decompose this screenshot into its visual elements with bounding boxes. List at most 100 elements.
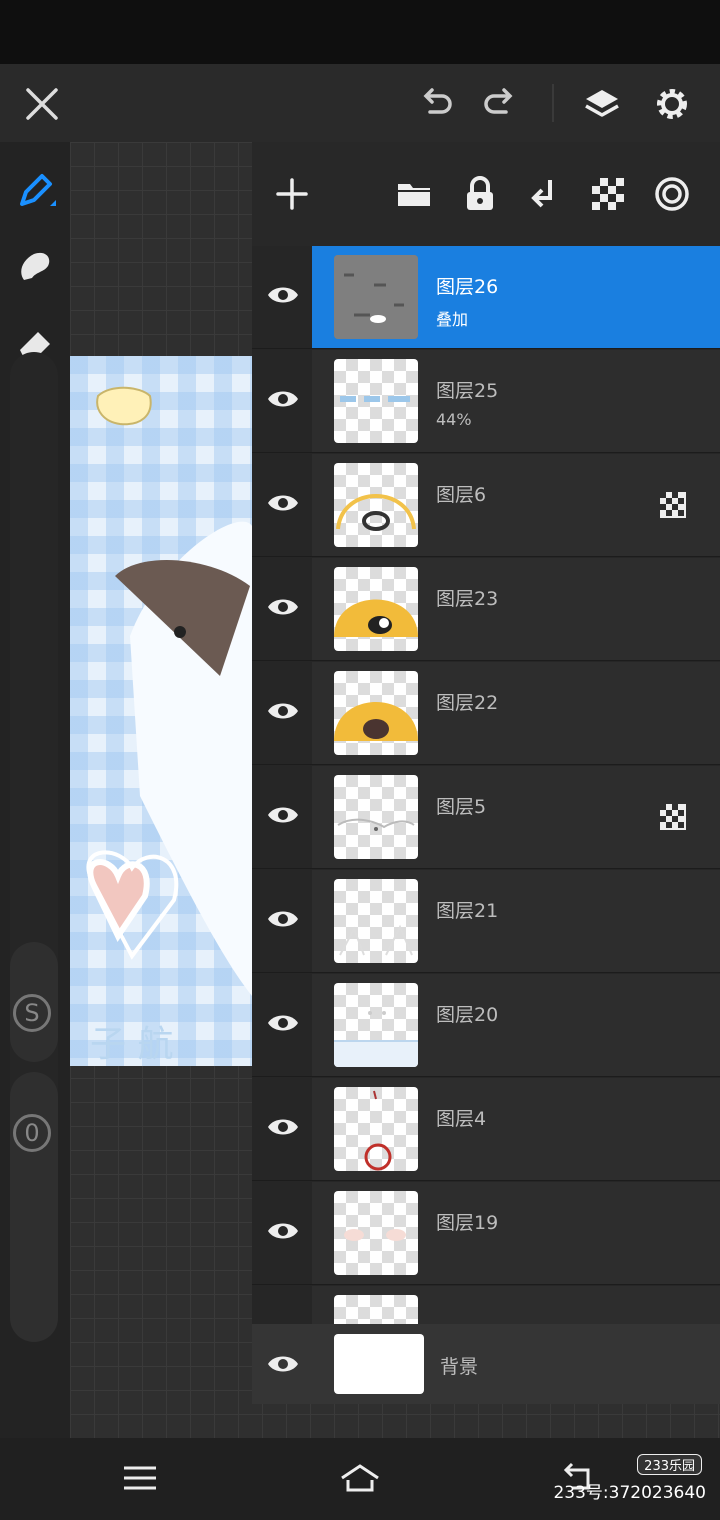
eye-zone [252, 350, 312, 452]
layer-thumbnail [334, 463, 418, 547]
layer-content: 图层23 [312, 558, 720, 660]
visibility-eye-icon[interactable] [266, 1114, 300, 1140]
eye-zone [252, 1324, 312, 1404]
left-toolbar: S 0 [0, 142, 70, 1438]
layer-row-4[interactable]: 图层4 [252, 1078, 720, 1181]
checker-icon[interactable] [584, 170, 632, 218]
visibility-eye-icon[interactable] [266, 802, 300, 828]
system-nav-bar: 233乐园 233号:372023640 [0, 1438, 720, 1520]
layer-name: 图层26 [436, 276, 499, 298]
opacity-knob-label: 0 [24, 1119, 40, 1147]
home-icon[interactable] [338, 1458, 382, 1498]
eye-zone [252, 454, 312, 556]
visibility-eye-icon[interactable] [266, 1218, 300, 1244]
merge-down-icon[interactable] [520, 170, 568, 218]
layer-thumbnail [334, 671, 418, 755]
layer-row-21[interactable]: 图层21 [252, 870, 720, 973]
layer-row-partial[interactable] [252, 1286, 720, 1326]
visibility-eye-icon[interactable] [266, 386, 300, 412]
layer-content: 图层6 [312, 454, 720, 556]
watermark-logo: 233乐园 [637, 1454, 702, 1475]
menu-icon[interactable] [118, 1458, 162, 1498]
visibility-eye-icon[interactable] [266, 1010, 300, 1036]
layer-content: 图层22 [312, 662, 720, 764]
layer-name: 图层4 [436, 1108, 487, 1130]
opacity-slider-knob[interactable]: 0 [13, 1114, 51, 1152]
eye-zone [252, 870, 312, 972]
background-layer-name: 背景 [440, 1356, 479, 1378]
layer-name: 图层23 [436, 588, 499, 610]
eye-zone [252, 766, 312, 868]
layer-thumbnail [334, 1087, 418, 1171]
layer-row-20[interactable]: 图层20 [252, 974, 720, 1077]
layer-content: 图层5 [312, 766, 720, 868]
layer-row-6[interactable]: 图层6 [252, 454, 720, 557]
visibility-eye-icon[interactable] [266, 282, 300, 308]
undo-icon[interactable] [414, 82, 458, 126]
layer-name: 图层21 [436, 900, 499, 922]
eye-zone [252, 974, 312, 1076]
close-icon[interactable] [20, 82, 64, 126]
layer-thumbnail [334, 255, 418, 339]
opacity-slider[interactable] [10, 1072, 58, 1342]
layer-content: 图层21 [312, 870, 720, 972]
background-layer-row[interactable]: 背景 [252, 1324, 720, 1404]
size-slider-knob[interactable]: S [13, 994, 51, 1032]
eye-zone [252, 1078, 312, 1180]
eye-zone [252, 662, 312, 764]
layer-thumbnail [334, 359, 418, 443]
eye-zone [252, 246, 312, 348]
svg-text:子 航: 子 航 [90, 1024, 173, 1065]
eye-zone [252, 1286, 312, 1325]
layer-thumbnail [334, 567, 418, 651]
pen-icon[interactable] [12, 168, 58, 214]
layer-thumbnail [334, 775, 418, 859]
layer-content: 图层19 [312, 1182, 720, 1284]
eye-zone [252, 558, 312, 660]
layer-content [312, 1286, 720, 1325]
alpha-lock-icon[interactable] [660, 492, 686, 518]
size-knob-label: S [24, 999, 40, 1027]
layer-row-23[interactable]: 图层23 [252, 558, 720, 661]
layer-row-26[interactable]: 图层26 叠加 [252, 246, 720, 349]
layers-toolbar [252, 142, 720, 246]
layer-row-19[interactable]: 图层19 [252, 1182, 720, 1285]
layer-thumbnail [334, 1295, 418, 1325]
alpha-lock-icon[interactable] [660, 804, 686, 830]
target-icon[interactable] [648, 170, 696, 218]
layer-row-25[interactable]: 图层25 44% [252, 350, 720, 453]
toolbar-divider [552, 84, 554, 122]
layer-thumbnail [334, 1191, 418, 1275]
visibility-eye-icon[interactable] [266, 1351, 300, 1377]
layer-name: 图层20 [436, 1004, 499, 1026]
layer-name: 图层6 [436, 484, 487, 506]
layer-content: 图层20 [312, 974, 720, 1076]
blend-mode-label: 叠加 [436, 310, 469, 329]
redo-icon[interactable] [478, 82, 522, 126]
layer-content: 图层26 叠加 [312, 246, 720, 348]
visibility-eye-icon[interactable] [266, 698, 300, 724]
add-icon[interactable] [268, 170, 316, 218]
status-bar [0, 0, 720, 64]
watermark-text: 233号:372023640 [553, 1483, 706, 1503]
layer-content: 图层25 44% [312, 350, 720, 452]
layer-thumbnail [334, 983, 418, 1067]
visibility-eye-icon[interactable] [266, 906, 300, 932]
layer-row-22[interactable]: 图层22 [252, 662, 720, 765]
layer-row-5[interactable]: 图层5 [252, 766, 720, 869]
artwork-canvas[interactable]: 子 航 [70, 356, 252, 1066]
layer-name: 图层5 [436, 796, 487, 818]
lock-icon[interactable] [456, 170, 504, 218]
gear-icon[interactable] [650, 82, 694, 126]
layer-content: 背景 [312, 1324, 720, 1404]
visibility-eye-icon[interactable] [266, 594, 300, 620]
smudge-icon[interactable] [12, 244, 58, 290]
layer-name: 图层19 [436, 1212, 499, 1234]
folder-icon[interactable] [390, 170, 438, 218]
eye-zone [252, 1182, 312, 1284]
layer-thumbnail [334, 879, 418, 963]
layers-icon[interactable] [580, 82, 624, 126]
visibility-eye-icon[interactable] [266, 490, 300, 516]
opacity-label: 44% [436, 410, 472, 429]
layer-content: 图层4 [312, 1078, 720, 1180]
